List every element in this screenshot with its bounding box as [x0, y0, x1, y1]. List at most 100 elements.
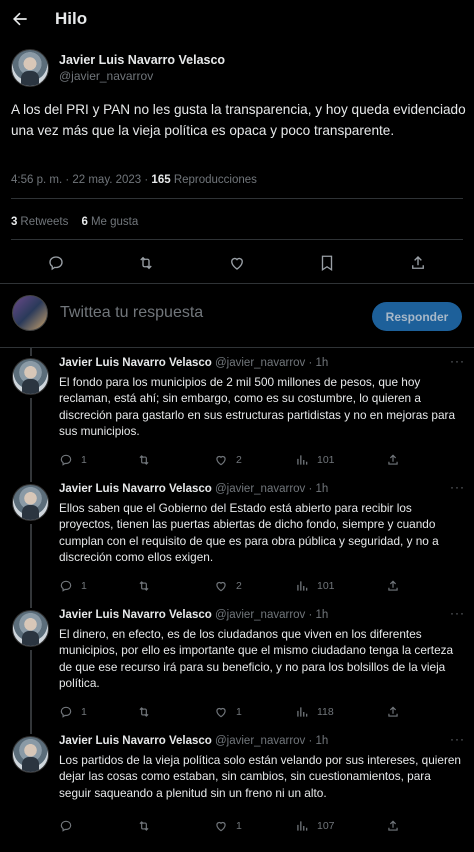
share-icon [388, 580, 398, 591]
like-button[interactable]: 1 [214, 818, 242, 834]
reply-count: 1 [81, 706, 87, 718]
more-options-icon[interactable]: ··· [450, 354, 465, 368]
tweet-time[interactable]: 4:56 p. m. · 22 may. 2023 · [11, 174, 148, 186]
views-count: 101 [317, 454, 335, 466]
retweet-icon [139, 455, 149, 465]
reply-input[interactable]: Twittea tu respuesta [60, 304, 203, 322]
reply-tweet[interactable]: Javier Luis Navarro Velasco @javier_nava… [0, 726, 474, 852]
like-count: 2 [236, 454, 242, 466]
tweet-meta: 4:56 p. m. · 22 may. 2023 · 165 Reproduc… [11, 174, 257, 186]
retweets-stat[interactable]: 3 Retweets [11, 216, 68, 228]
reply-author-avatar[interactable] [12, 610, 49, 647]
divider [11, 239, 463, 240]
likes-count: 6 [81, 216, 88, 228]
retweets-label: Retweets [20, 216, 69, 228]
share-icon [388, 706, 398, 717]
reply-button[interactable] [59, 818, 81, 834]
back-arrow-icon[interactable] [10, 9, 30, 29]
more-options-icon[interactable]: ··· [450, 732, 465, 746]
reply-tweet[interactable]: Javier Luis Navarro Velasco @javier_nava… [0, 474, 474, 600]
retweet-icon [139, 821, 149, 831]
views-button[interactable]: 118 [295, 704, 334, 720]
retweet-button[interactable] [137, 452, 159, 468]
reply-author-avatar[interactable] [12, 484, 49, 521]
reply-button[interactable]: 1 [59, 452, 87, 468]
like-icon [216, 707, 226, 718]
retweet-button[interactable] [137, 704, 159, 720]
reply-button[interactable]: Responder [372, 302, 462, 331]
bookmark-icon[interactable] [318, 254, 336, 272]
retweet-button[interactable] [137, 818, 159, 834]
reply-tweet[interactable]: Javier Luis Navarro Velasco @javier_nava… [0, 600, 474, 726]
like-button[interactable]: 2 [214, 578, 242, 594]
thread-line [30, 398, 32, 474]
top-bar: Hilo [0, 0, 474, 40]
share-button[interactable] [386, 452, 408, 468]
views-icon [297, 455, 308, 465]
tweet-text: A los del PRI y PAN no les gusta la tran… [11, 102, 466, 138]
views-button[interactable]: 107 [295, 818, 335, 834]
retweet-icon [139, 581, 149, 591]
reply-text: Los partidos de la vieja política solo e… [59, 753, 461, 800]
reply-author-name[interactable]: Javier Luis Navarro Velasco [59, 483, 212, 495]
like-icon [216, 581, 226, 592]
thread-line [30, 474, 32, 482]
user-avatar[interactable] [12, 295, 48, 331]
author-avatar[interactable] [11, 49, 49, 87]
reply-header: Javier Luis Navarro Velasco @javier_nava… [59, 483, 328, 495]
reply-author-avatar[interactable] [12, 736, 49, 773]
reply-author-handle[interactable]: @javier_navarrov · 1h [215, 357, 328, 369]
reply-author-handle[interactable]: @javier_navarrov · 1h [215, 609, 328, 621]
like-icon[interactable] [228, 254, 246, 272]
views-button[interactable]: 101 [295, 578, 335, 594]
views-icon [297, 821, 308, 831]
views-button[interactable]: 101 [295, 452, 335, 468]
like-button[interactable]: 2 [214, 452, 242, 468]
reply-actions: 1 2 101 [59, 452, 459, 468]
reply-author-handle[interactable]: @javier_navarrov · 1h [215, 483, 328, 495]
reply-icon [60, 580, 72, 592]
reply-count: 1 [81, 454, 87, 466]
like-icon [216, 821, 226, 832]
reply-text: El dinero, en efecto, es de los ciudadan… [59, 627, 454, 691]
share-icon [388, 820, 398, 831]
like-count: 1 [236, 820, 242, 832]
more-options-icon[interactable]: ··· [450, 606, 465, 620]
reply-author-name[interactable]: Javier Luis Navarro Velasco [59, 609, 212, 621]
reply-header: Javier Luis Navarro Velasco @javier_nava… [59, 609, 328, 621]
thread-line [30, 524, 32, 600]
like-count: 2 [236, 580, 242, 592]
author-name[interactable]: Javier Luis Navarro Velasco [59, 53, 225, 67]
reply-author-avatar[interactable] [12, 358, 49, 395]
reply-header: Javier Luis Navarro Velasco @javier_nava… [59, 357, 328, 369]
retweet-button[interactable] [137, 578, 159, 594]
like-button[interactable]: 1 [214, 704, 242, 720]
reply-text: El fondo para los municipios de 2 mil 50… [59, 375, 456, 439]
retweet-icon[interactable] [137, 254, 155, 272]
share-button[interactable] [386, 704, 408, 720]
views-count: 107 [317, 820, 335, 832]
reply-button[interactable]: 1 [59, 578, 87, 594]
reply-icon [60, 454, 72, 466]
share-icon[interactable] [409, 254, 427, 272]
reply-header: Javier Luis Navarro Velasco @javier_nava… [59, 735, 328, 747]
more-options-icon[interactable]: ··· [450, 480, 465, 494]
likes-label: Me gusta [90, 216, 139, 228]
reply-author-handle[interactable]: @javier_navarrov · 1h [215, 735, 328, 747]
divider [0, 283, 474, 284]
reply-button[interactable]: 1 [59, 704, 87, 720]
reply-author-name[interactable]: Javier Luis Navarro Velasco [59, 357, 212, 369]
reply-actions: 1 107 [59, 818, 459, 834]
divider [11, 198, 463, 199]
reply-tweet[interactable]: Javier Luis Navarro Velasco @javier_nava… [0, 348, 474, 474]
share-button[interactable] [386, 578, 408, 594]
reply-author-name[interactable]: Javier Luis Navarro Velasco [59, 735, 212, 747]
views-icon [297, 707, 308, 717]
likes-stat[interactable]: 6 Me gusta [82, 216, 139, 228]
author-handle[interactable]: @javier_navarrov [59, 69, 153, 83]
retweet-icon [139, 707, 149, 717]
views-count: 165 [151, 174, 171, 186]
share-button[interactable] [386, 818, 408, 834]
reply-icon [60, 820, 72, 832]
reply-icon[interactable] [47, 254, 65, 272]
